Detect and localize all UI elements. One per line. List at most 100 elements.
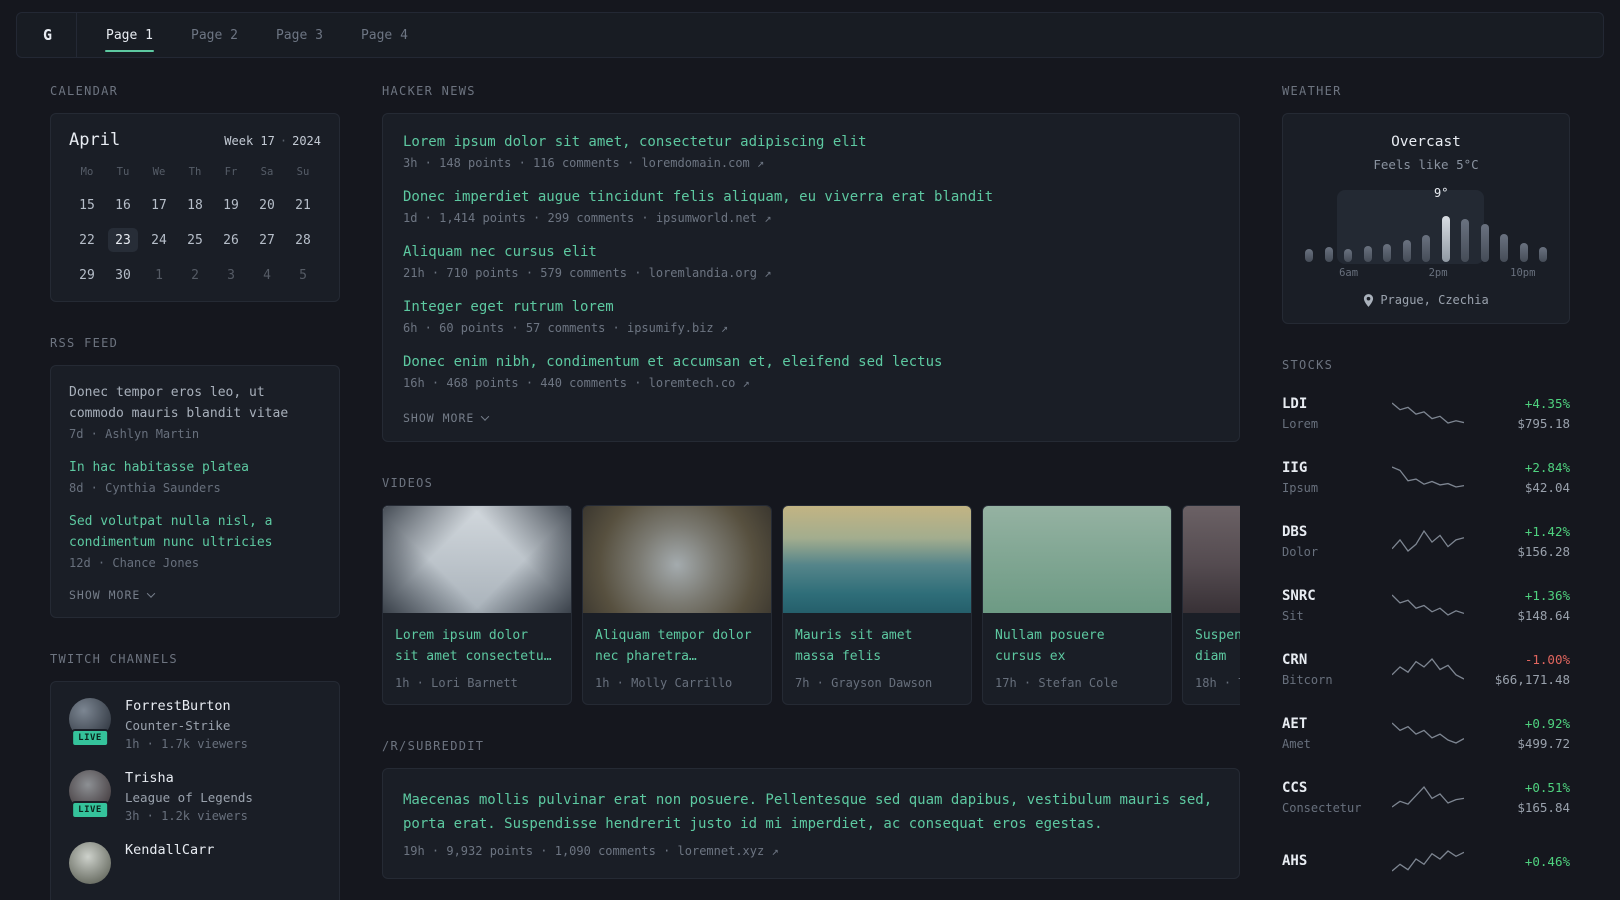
- video-card[interactable]: Aliquam tempor dolor nec pharetra… 1h · …: [582, 505, 772, 705]
- calendar-week-year: Week 17 · 2024: [224, 134, 321, 148]
- video-thumbnail[interactable]: [383, 506, 571, 613]
- channel-name[interactable]: ForrestBurton: [125, 698, 248, 714]
- video-card[interactable]: Suspendisse diam 18h · Tara: [1182, 505, 1240, 705]
- calendar-day: 15: [79, 197, 95, 213]
- subreddit-section-title: /R/SUBREDDIT: [382, 739, 485, 753]
- stock-row[interactable]: LDI Lorem +4.35% $795.18: [1282, 389, 1570, 437]
- stock-change: +0.92%: [1524, 715, 1570, 731]
- calendar-day: 26: [223, 232, 239, 248]
- rss-item[interactable]: Donec tempor eros leo, ut commodo mauris…: [69, 382, 321, 441]
- top-bar: G Page 1 Page 2 Page 3 Page 4: [16, 12, 1604, 58]
- live-badge: LIVE: [71, 801, 109, 820]
- app-logo[interactable]: G: [43, 13, 78, 57]
- stock-change: +1.36%: [1524, 587, 1570, 603]
- calendar-day: 22: [79, 232, 95, 248]
- video-card[interactable]: Nullam posuere cursus ex 17h · Stefan Co…: [982, 505, 1172, 705]
- twitch-channel[interactable]: KendallCarr: [69, 842, 321, 885]
- news-item[interactable]: Donec imperdiet augue tincidunt felis al…: [403, 189, 1219, 225]
- temperature-bar: [1539, 247, 1547, 262]
- dashboard: CALENDAR April Week 17 · 2024 Mo Tu We Th …: [0, 58, 1620, 900]
- video-title[interactable]: Lorem ipsum dolor sit amet consectetu…: [383, 613, 571, 667]
- hacker-news-card: Lorem ipsum dolor sit amet, consectetur …: [382, 113, 1240, 442]
- weekday-label: Th: [188, 166, 202, 178]
- rss-item[interactable]: Sed volutpat nulla nisl, a condimentum n…: [69, 511, 321, 570]
- twitch-channel[interactable]: LIVE ForrestBurton Counter-Strike 1h · 1…: [69, 698, 321, 751]
- stock-row[interactable]: CCS Consectetur +0.51% $165.84: [1282, 773, 1570, 821]
- rss-item[interactable]: In hac habitasse platea 8d · Cynthia Sau…: [69, 457, 321, 495]
- video-title[interactable]: Suspendisse diam: [1183, 613, 1240, 667]
- stock-sparkline: [1378, 528, 1478, 554]
- stock-row[interactable]: AET Amet +0.92% $499.72: [1282, 709, 1570, 757]
- news-item-meta[interactable]: 3h · 148 points · 116 comments · loremdo…: [403, 156, 1219, 170]
- video-thumbnail[interactable]: [983, 506, 1171, 613]
- news-item-title[interactable]: Aliquam nec cursus elit: [403, 244, 1219, 260]
- weekday-label: Sa: [260, 166, 274, 178]
- post-title[interactable]: Maecenas mollis pulvinar erat non posuer…: [403, 789, 1219, 836]
- hacker-news-section-title: HACKER NEWS: [382, 84, 476, 98]
- rss-item-title[interactable]: Sed volutpat nulla nisl, a condimentum n…: [69, 511, 321, 553]
- rss-show-more-button[interactable]: SHOW MORE: [69, 588, 156, 602]
- calendar-day: 16: [115, 197, 131, 213]
- calendar-card: April Week 17 · 2024 Mo Tu We Th Fr Sa Su …: [50, 113, 340, 302]
- stock-sparkline: [1378, 464, 1478, 490]
- temperature-bar: [1500, 234, 1508, 262]
- video-thumbnail[interactable]: [1183, 506, 1240, 613]
- rss-item-title[interactable]: In hac habitasse platea: [69, 457, 321, 478]
- news-item-meta[interactable]: 1d · 1,414 points · 299 comments · ipsum…: [403, 211, 1219, 225]
- temperature-bar: [1519, 243, 1528, 262]
- news-item[interactable]: Donec enim nibh, condimentum et accumsan…: [403, 354, 1219, 390]
- tab-page-2[interactable]: Page 2: [172, 13, 257, 57]
- news-item[interactable]: Integer eget rutrum lorem 6h · 60 points…: [403, 299, 1219, 335]
- rss-card: Donec tempor eros leo, ut commodo mauris…: [50, 365, 340, 619]
- news-item-meta[interactable]: 21h · 710 points · 579 comments · loreml…: [403, 266, 1219, 280]
- video-title[interactable]: Aliquam tempor dolor nec pharetra…: [583, 613, 771, 667]
- news-item[interactable]: Lorem ipsum dolor sit amet, consectetur …: [403, 134, 1219, 170]
- rss-item-title[interactable]: Donec tempor eros leo, ut commodo mauris…: [69, 382, 321, 424]
- weather-feels-like: Feels like 5°C: [1373, 157, 1479, 172]
- news-item-title[interactable]: Integer eget rutrum lorem: [403, 299, 1219, 315]
- chevron-down-icon: [147, 589, 156, 599]
- video-thumbnail[interactable]: [583, 506, 771, 613]
- stock-row[interactable]: AHS +0.46%: [1282, 837, 1570, 885]
- hacker-news-show-more-button[interactable]: SHOW MORE: [403, 411, 490, 425]
- news-item-title[interactable]: Donec enim nibh, condimentum et accumsan…: [403, 354, 1219, 370]
- news-item-title[interactable]: Donec imperdiet augue tincidunt felis al…: [403, 189, 1219, 205]
- weekday-label: Fr: [224, 166, 238, 178]
- news-item-meta[interactable]: 6h · 60 points · 57 comments · ipsumify.…: [403, 321, 1219, 335]
- stock-sparkline: [1378, 656, 1478, 682]
- subreddit-widget: /R/SUBREDDIT Maecenas mollis pulvinar er…: [382, 739, 1240, 880]
- video-title[interactable]: Mauris sit amet massa felis: [783, 613, 971, 667]
- subreddit-post[interactable]: Maecenas mollis pulvinar erat non posuer…: [403, 789, 1219, 858]
- tab-page-4[interactable]: Page 4: [342, 13, 427, 57]
- stock-row[interactable]: CRN Bitcorn -1.00% $66,171.48: [1282, 645, 1570, 693]
- tab-page-1[interactable]: Page 1: [87, 13, 172, 57]
- channel-name[interactable]: KendallCarr: [125, 842, 214, 858]
- location-pin-icon: [1364, 293, 1374, 307]
- video-thumbnail[interactable]: [783, 506, 971, 613]
- video-meta: 17h · Stefan Cole: [995, 676, 1118, 690]
- news-item[interactable]: Aliquam nec cursus elit 21h · 710 points…: [403, 244, 1219, 280]
- news-item-title[interactable]: Lorem ipsum dolor sit amet, consectetur …: [403, 134, 1219, 150]
- video-card[interactable]: Lorem ipsum dolor sit amet consectetu… 1…: [382, 505, 572, 705]
- calendar-separator: ·: [279, 134, 288, 148]
- stock-change: +1.42%: [1524, 523, 1570, 539]
- weather-hourly-chart: 9° 6am 2pm 10pm: [1299, 186, 1553, 280]
- video-card[interactable]: Mauris sit amet massa felis 7h · Grayson…: [782, 505, 972, 705]
- tab-page-3[interactable]: Page 3: [257, 13, 342, 57]
- stock-row[interactable]: IIG Ipsum +2.84% $42.04: [1282, 453, 1570, 501]
- stock-row[interactable]: DBS Dolor +1.42% $156.28: [1282, 517, 1570, 565]
- video-title[interactable]: Nullam posuere cursus ex: [983, 613, 1171, 667]
- calendar-year: 2024: [292, 134, 321, 148]
- center-column: HACKER NEWS Lorem ipsum dolor sit amet, …: [382, 84, 1240, 880]
- stock-symbol: AHS: [1282, 853, 1308, 869]
- stock-change: +2.84%: [1524, 459, 1570, 475]
- stock-row[interactable]: SNRC Sit +1.36% $148.64: [1282, 581, 1570, 629]
- stock-sparkline: [1378, 848, 1478, 874]
- news-item-meta[interactable]: 16h · 468 points · 440 comments · loremt…: [403, 376, 1219, 390]
- calendar-day-next-month: 1: [155, 267, 163, 283]
- twitch-channel[interactable]: LIVE Trisha League of Legends 3h · 1.2k …: [69, 770, 321, 823]
- channel-name[interactable]: Trisha: [125, 770, 253, 786]
- rss-item-meta: 12d · Chance Jones: [69, 556, 200, 571]
- stock-price: $165.84: [1517, 799, 1570, 815]
- post-meta[interactable]: 19h · 9,932 points · 1,090 comments · lo…: [403, 844, 1219, 858]
